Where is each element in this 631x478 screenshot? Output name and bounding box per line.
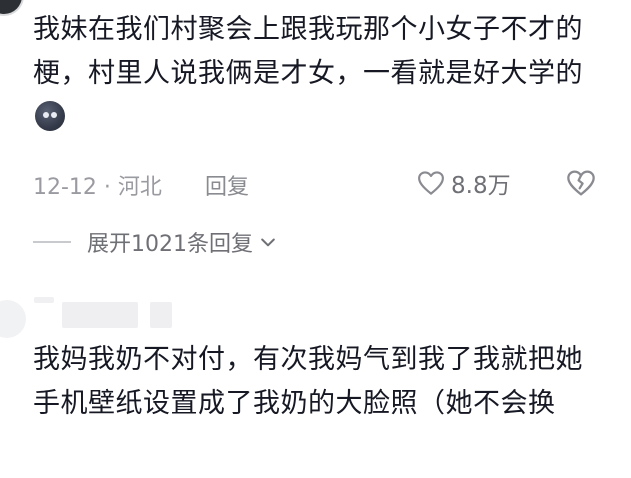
reply-comment-text-content: 我妈我奶不对付，有次我妈气到我了我就把她手机壁纸设置成了我奶的大脸照（她不会换 (33, 344, 583, 419)
like-count: 8.8万 (451, 173, 511, 199)
comment-text: 我妹在我们村聚会上跟我玩那个小女子不才的梗，村里人说我俩是才女，一看就是好大学的 (33, 8, 593, 140)
reply-comment-text: 我妈我奶不对付，有次我妈气到我了我就把她手机壁纸设置成了我奶的大脸照（她不会换 (33, 338, 593, 426)
reply-button[interactable]: 回复 (205, 169, 249, 201)
chevron-down-icon (261, 238, 275, 247)
reply-avatar[interactable] (0, 300, 26, 338)
comment-date-location: 12-12 · 河北 (33, 175, 162, 200)
expand-replies-label: 展开1021条回复 (87, 232, 253, 257)
broken-heart-icon[interactable] (565, 167, 597, 199)
commenter-avatar[interactable] (0, 0, 22, 14)
expand-divider (33, 241, 71, 243)
expand-replies-button[interactable]: 展开1021条回复 (33, 226, 278, 258)
heart-outline-icon (418, 171, 444, 195)
comment-meta-row: 12-12 · 河北 回复 8.8万 (33, 164, 603, 202)
comment-text-content: 我妹在我们村聚会上跟我玩那个小女子不才的梗，村里人说我俩是才女，一看就是好大学的 (33, 14, 583, 89)
like-button[interactable]: 8.8万 (416, 164, 511, 202)
sly-face-emoji-icon (35, 101, 65, 131)
redacted-username-block (62, 302, 138, 328)
redacted-username-block (150, 302, 172, 328)
redacted-username-block (34, 297, 54, 303)
